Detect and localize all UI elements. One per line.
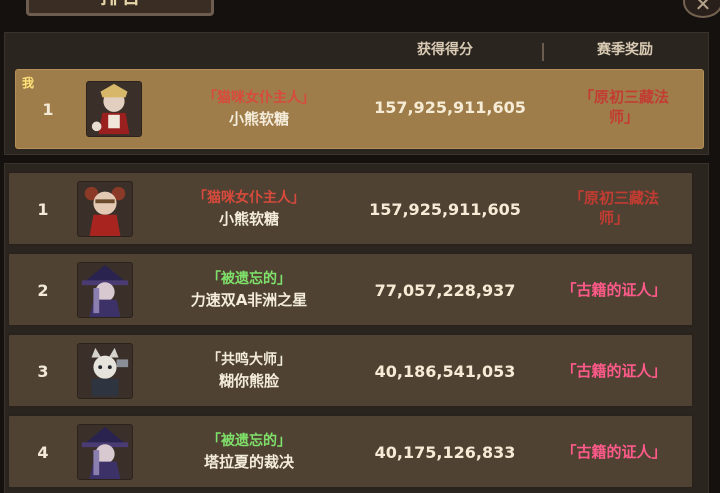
rank-number: 3 — [37, 362, 49, 381]
leaderboard-row[interactable]: 2 「被遗忘的」 力速双A非洲之星 77,057,228,937 「古籍的证人」 — [7, 252, 694, 327]
player-name: 小熊软糖 — [218, 210, 279, 228]
rank-number: 4 — [37, 443, 49, 462]
season-reward-line: 「古籍的证人」 — [561, 443, 667, 461]
leaderboard-row[interactable]: 1 「猫咪女仆主人」 小熊软糖 157,925,911,605 「原初三藏法 师… — [7, 171, 694, 246]
my-rank-row[interactable]: 我 1 「猫咪女仆主人」 小熊软糖 157,925,911,605 「原初三藏法… — [15, 69, 704, 149]
season-reward: 「原初三藏法 师」 — [549, 87, 699, 127]
window-title: 排名 — [29, 0, 211, 9]
player-score: 77,057,228,937 — [374, 281, 516, 300]
player-score: 157,925,911,605 — [369, 200, 521, 219]
player-name-block: 「被遗忘的」 力速双A非洲之星 — [154, 269, 344, 311]
season-reward: 「古籍的证人」 — [539, 280, 689, 300]
player-title: 「猫咪女仆主人」 — [193, 190, 305, 206]
player-name-block: 「共鸣大师」 糊你熊脸 — [154, 350, 344, 392]
player-score: 157,925,911,605 — [374, 98, 526, 117]
column-header-score: 获得得分 — [417, 42, 473, 58]
avatar-witch-icon — [78, 263, 132, 317]
close-button[interactable]: ✕ — [683, 0, 720, 18]
player-name: 小熊软糖 — [228, 110, 289, 128]
leaderboard-row[interactable]: 4 「被遗忘的」 塔拉夏的裁决 40,175,126,833 「古籍的证人」 — [7, 414, 694, 489]
column-header-row: 获得得分 赛季奖励 — [5, 39, 708, 63]
season-reward-line: 「原初三藏法 — [578, 88, 669, 106]
my-name-block: 「猫咪女仆主人」 小熊软糖 — [164, 88, 354, 130]
rank-number: 2 — [37, 281, 49, 300]
me-badge: 我 — [22, 76, 35, 90]
season-reward-line: 「古籍的证人」 — [561, 281, 667, 299]
player-title: 「猫咪女仆主人」 — [203, 90, 315, 106]
window-title-tab: 排名 — [26, 0, 214, 16]
avatar[interactable] — [77, 343, 133, 399]
avatar[interactable] — [77, 424, 133, 480]
leaderboard-row[interactable]: 3 「共鸣大师」 糊你熊脸 40,186,541,053 「古籍的证人」 — [7, 333, 694, 408]
season-reward: 「古籍的证人」 — [539, 361, 689, 381]
avatar-maid-icon — [87, 82, 141, 136]
column-header-reward: 赛季奖励 — [597, 42, 653, 58]
avatar-cat-icon — [78, 344, 132, 398]
avatar-maid-icon — [78, 182, 132, 236]
avatar[interactable] — [77, 181, 133, 237]
rank-number: 1 — [42, 100, 54, 119]
player-title: 「共鸣大师」 — [207, 352, 291, 368]
rank-number: 1 — [37, 200, 49, 219]
season-reward-line: 「古籍的证人」 — [561, 362, 667, 380]
player-title: 「被遗忘的」 — [207, 271, 291, 287]
season-reward-line: 师」 — [598, 209, 629, 227]
season-reward-line: 「原初三藏法 — [568, 189, 659, 207]
avatar[interactable] — [77, 262, 133, 318]
player-score: 40,175,126,833 — [374, 443, 516, 462]
column-separator — [542, 43, 544, 61]
my-rank-panel: 获得得分 赛季奖励 我 1 「猫咪女仆主人」 小熊软糖 157,925,911,… — [4, 32, 709, 155]
season-reward: 「原初三藏法 师」 — [539, 188, 689, 228]
avatar-witch-icon — [78, 425, 132, 479]
season-reward: 「古籍的证人」 — [539, 442, 689, 462]
player-name-block: 「被遗忘的」 塔拉夏的裁决 — [154, 431, 344, 473]
player-name: 力速双A非洲之星 — [190, 291, 308, 309]
player-title: 「被遗忘的」 — [207, 433, 291, 449]
player-name-block: 「猫咪女仆主人」 小熊软糖 — [154, 188, 344, 230]
player-score: 40,186,541,053 — [374, 362, 516, 381]
player-name: 糊你熊脸 — [218, 372, 279, 390]
player-name: 塔拉夏的裁决 — [203, 453, 294, 471]
avatar[interactable] — [86, 81, 142, 137]
leaderboard-list[interactable]: 1 「猫咪女仆主人」 小熊软糖 157,925,911,605 「原初三藏法 师… — [4, 163, 709, 493]
season-reward-line: 师」 — [608, 108, 639, 126]
close-icon: ✕ — [694, 0, 712, 16]
